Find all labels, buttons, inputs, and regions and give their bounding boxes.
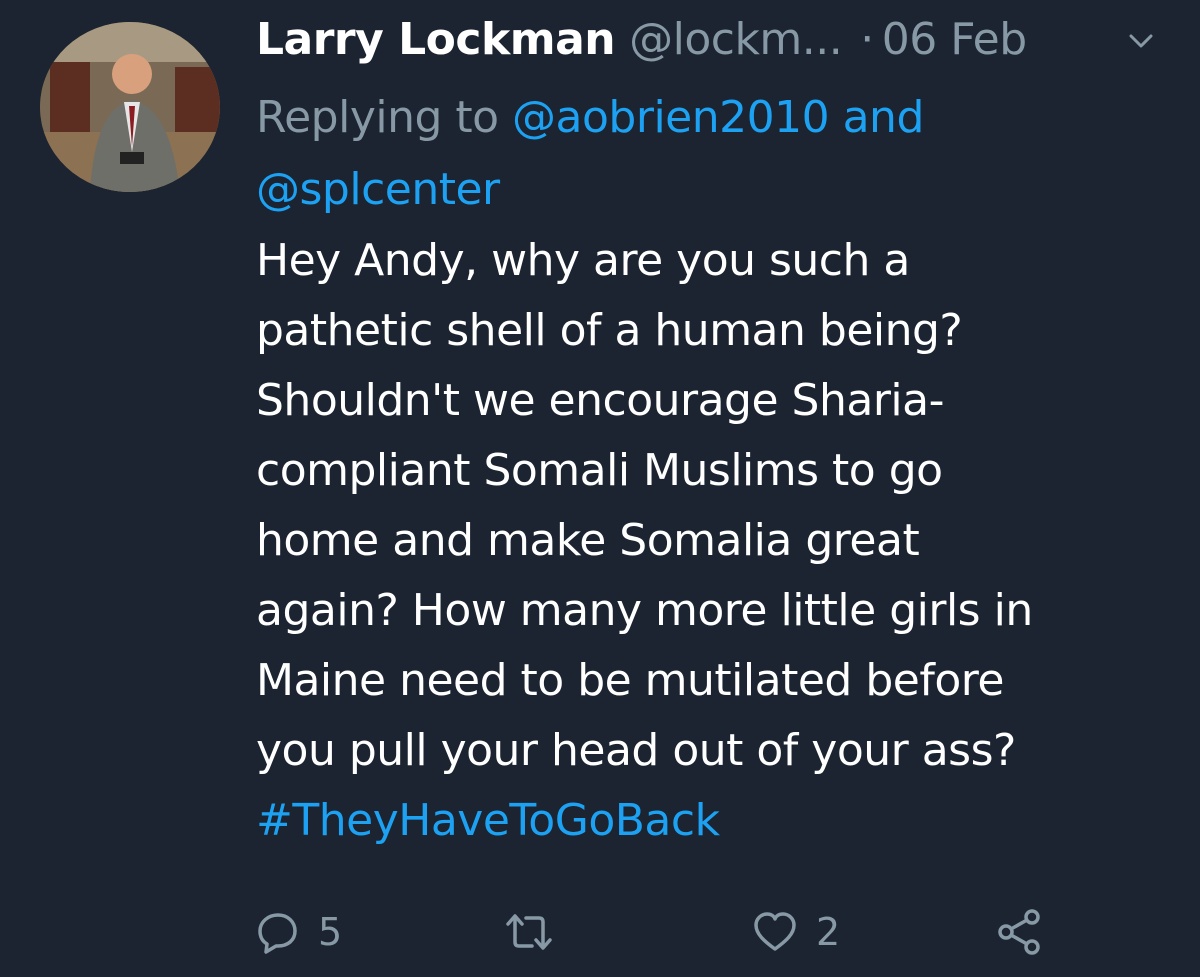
tweet-text-line: home and make Somalia great [256, 515, 920, 566]
tweet-text-line: Hey Andy, why are you such a [256, 235, 910, 286]
reply-and: and [829, 92, 925, 143]
replying-to: Replying to @aobrien2010 and @splcenter [256, 82, 1156, 226]
mention-splcenter[interactable]: @splcenter [256, 164, 500, 215]
tweet-text-line: compliant Somali Muslims to go [256, 445, 943, 496]
avatar-photo [40, 22, 220, 192]
reply-icon [258, 913, 297, 954]
author-handle[interactable]: @lockm... [629, 14, 843, 65]
retweet-icon [506, 914, 552, 950]
author-name[interactable]: Larry Lockman [256, 14, 616, 65]
retweet-button[interactable] [502, 900, 556, 964]
tweet-text: Hey Andy, why are you such a pathetic sh… [256, 226, 1176, 856]
tweet-header: Larry Lockman @lockm... · 06 Feb [256, 10, 1176, 68]
reply-button[interactable]: 5 [256, 900, 342, 964]
tweet-text-line: you pull your head out of your ass? [256, 725, 1016, 776]
reply-prefix: Replying to [256, 92, 513, 143]
action-bar: 5 2 [256, 900, 1076, 964]
tweet-text-line: Shouldn't we encourage Sharia- [256, 375, 944, 426]
share-icon [998, 909, 1040, 955]
reply-count: 5 [318, 910, 343, 954]
tweet-text-line: Maine need to be mutilated before [256, 655, 1004, 706]
separator-dot: · [860, 13, 874, 65]
chevron-down-icon[interactable] [1126, 26, 1156, 56]
hashtag-link[interactable]: #TheyHaveToGoBack [256, 786, 1176, 856]
tweet-date[interactable]: 06 Feb [882, 14, 1027, 65]
tweet-text-line: again? How many more little girls in [256, 585, 1033, 636]
heart-icon [754, 912, 796, 951]
avatar[interactable] [40, 22, 220, 192]
like-button[interactable]: 2 [752, 900, 840, 964]
tweet-text-line: pathetic shell of a human being? [256, 305, 963, 356]
like-count: 2 [816, 910, 841, 954]
share-button[interactable] [994, 900, 1044, 964]
mention-aobrien2010[interactable]: @aobrien2010 [512, 92, 830, 143]
